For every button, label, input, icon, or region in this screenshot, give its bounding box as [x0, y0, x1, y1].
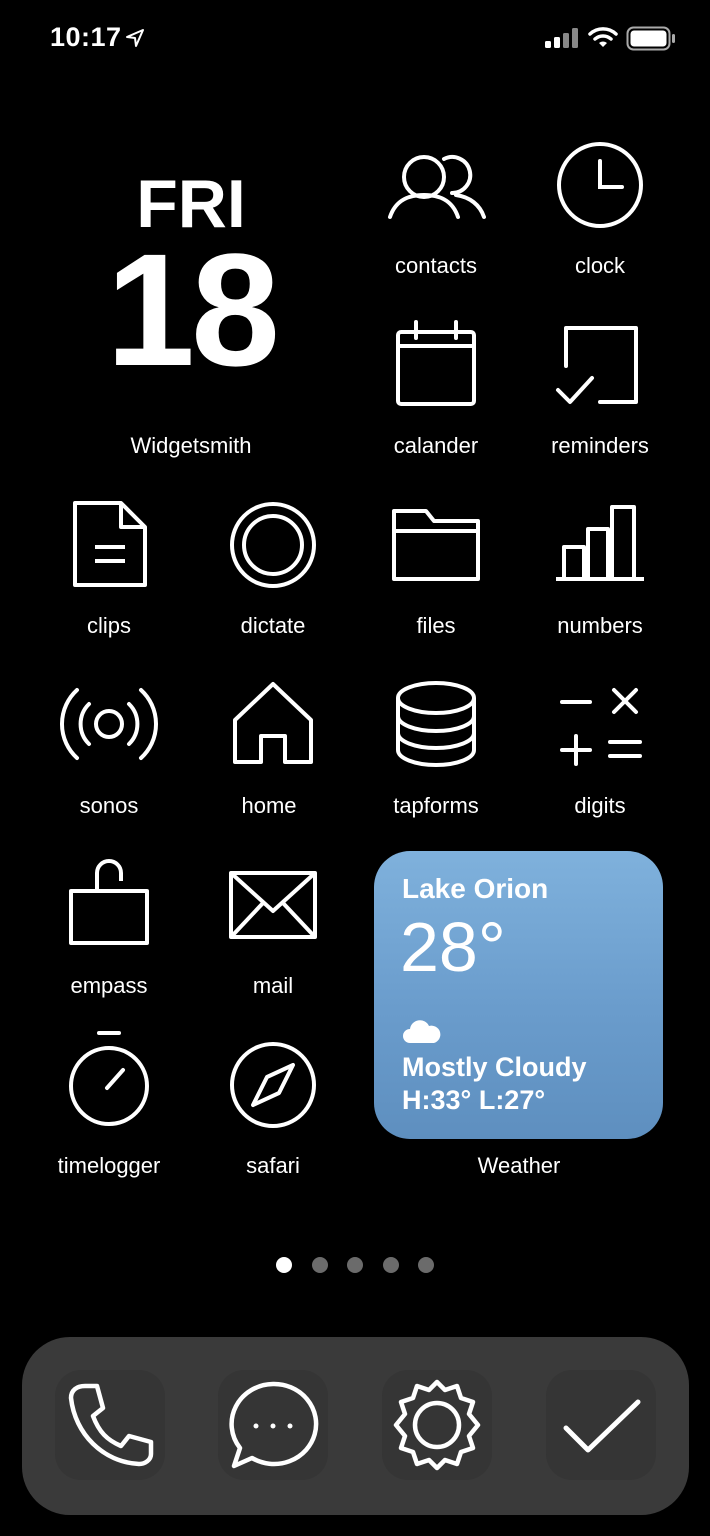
compass-icon[interactable]: [223, 1035, 323, 1135]
messages-icon[interactable]: [218, 1370, 328, 1480]
cellular-signal-icon: [545, 28, 579, 48]
widget-date[interactable]: 18: [80, 230, 302, 390]
location-arrow-icon: [124, 27, 146, 49]
unlock-icon[interactable]: [59, 855, 159, 955]
contacts-label: contacts: [395, 253, 477, 278]
calculator-icon[interactable]: [550, 676, 650, 776]
stopwatch-icon[interactable]: [59, 1030, 159, 1130]
numbers-label: numbers: [557, 613, 643, 638]
home-label: home: [241, 793, 297, 818]
clips-label: clips: [86, 613, 131, 638]
bar-chart-icon[interactable]: [550, 497, 650, 597]
tapforms-label: tapforms: [393, 793, 479, 818]
calendar-icon[interactable]: [386, 316, 486, 416]
status-time: 10:17: [50, 22, 122, 52]
reminders-label: reminders: [551, 433, 649, 458]
page-dot-3[interactable]: [347, 1257, 363, 1273]
settings-icon[interactable]: [382, 1370, 492, 1480]
dictate-icon[interactable]: [223, 497, 323, 597]
phone-icon[interactable]: [55, 1370, 165, 1480]
checkmark-icon[interactable]: [546, 1370, 656, 1480]
mail-label: mail: [252, 973, 294, 998]
clock-label: clock: [574, 253, 626, 278]
broadcast-icon[interactable]: [59, 676, 159, 776]
calander-label: calander: [393, 433, 479, 458]
dictate-label: dictate: [240, 613, 306, 638]
cloud-icon: [402, 1017, 442, 1047]
weather-label: Weather: [477, 1153, 561, 1178]
home-icon[interactable]: [223, 676, 323, 776]
page-dot-5[interactable]: [418, 1257, 434, 1273]
database-icon[interactable]: [386, 676, 486, 776]
weather-condition: Mostly Cloudy: [402, 1052, 587, 1082]
page-dot-1[interactable]: [276, 1257, 292, 1273]
contacts-icon[interactable]: [386, 139, 486, 239]
wifi-icon: [588, 25, 618, 49]
safari-label: safari: [246, 1153, 300, 1178]
empass-label: empass: [70, 973, 148, 998]
weather-widget[interactable]: Lake Orion 28° Mostly Cloudy H:33° L:27°: [374, 851, 663, 1139]
files-label: files: [416, 613, 456, 638]
weather-location: Lake Orion: [402, 873, 549, 904]
folder-icon[interactable]: [386, 497, 486, 597]
mail-icon[interactable]: [223, 855, 323, 955]
sonos-label: sonos: [79, 793, 139, 818]
timelogger-label: timelogger: [57, 1153, 161, 1178]
battery-icon: [626, 26, 676, 51]
weather-high-low: H:33° L:27°: [402, 1085, 546, 1115]
clock-icon[interactable]: [550, 139, 650, 239]
page-dot-2[interactable]: [312, 1257, 328, 1273]
widgetsmith-label: Widgetsmith: [130, 433, 252, 458]
page-dot-4[interactable]: [383, 1257, 399, 1273]
clips-icon[interactable]: [59, 497, 159, 597]
weather-temperature: 28°: [400, 908, 506, 986]
reminders-icon[interactable]: [550, 316, 650, 416]
digits-label: digits: [574, 793, 626, 818]
